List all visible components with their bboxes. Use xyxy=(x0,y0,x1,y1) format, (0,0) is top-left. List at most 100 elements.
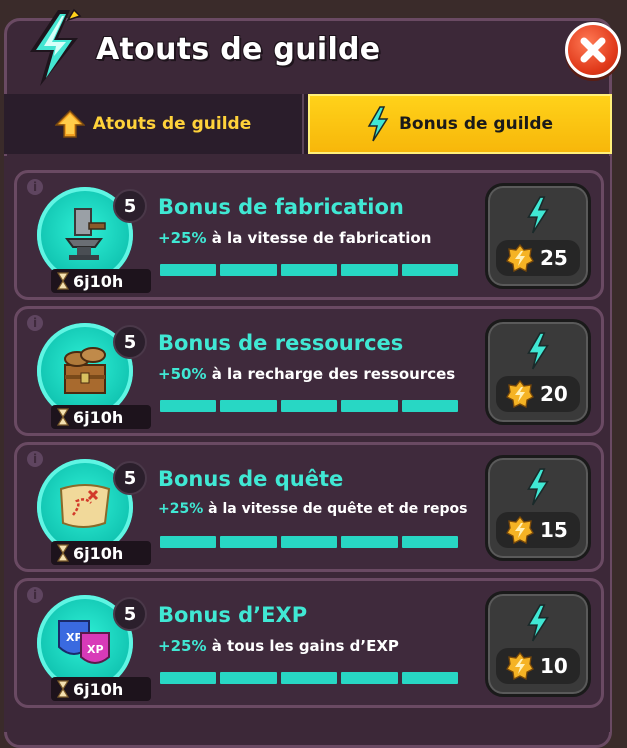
progress-segment xyxy=(220,536,277,548)
cost-value: 25 xyxy=(540,246,568,270)
progress-bar xyxy=(160,536,459,550)
level-badge: 5 xyxy=(113,461,147,495)
guild-coin-icon xyxy=(506,516,534,544)
timer-value: 6j10h xyxy=(73,543,124,563)
level-badge: 5 xyxy=(113,189,147,223)
bonus-list: i 6j10h 5 Bonus de fabrication +25% à la… xyxy=(4,156,610,732)
progress-segment xyxy=(160,400,217,412)
progress-segment xyxy=(220,672,277,684)
progress-segment xyxy=(341,264,398,276)
card-description: +50% à la recharge des ressources xyxy=(158,365,455,383)
progress-segment xyxy=(280,672,338,684)
hourglass-icon xyxy=(57,544,69,562)
progress-segment xyxy=(280,536,338,548)
tab-bar: Atouts de guilde Bonus de guilde xyxy=(4,94,612,154)
tab-bonus-label: Bonus de guilde xyxy=(398,114,554,134)
info-icon[interactable]: i xyxy=(27,587,43,603)
timer: 6j10h xyxy=(51,269,151,293)
lightning-icon xyxy=(527,468,549,506)
info-icon[interactable]: i xyxy=(27,315,43,331)
hourglass-icon xyxy=(57,408,69,426)
progress-segment xyxy=(280,264,338,276)
tab-bonus-de-guilde[interactable]: Bonus de guilde xyxy=(308,94,612,154)
cost-value: 15 xyxy=(540,518,568,542)
progress-segment xyxy=(401,536,459,548)
progress-segment xyxy=(401,672,459,684)
card-title: Bonus de ressources xyxy=(158,331,404,355)
svg-text:XP: XP xyxy=(87,643,104,656)
resource-crate-icon xyxy=(64,347,106,394)
anvil-hammer-icon xyxy=(65,208,106,260)
xp-shields-icon: XP XP xyxy=(58,620,110,664)
bonus-percent: +50% xyxy=(158,365,207,383)
lightning-title-icon xyxy=(30,8,82,86)
card-title: Bonus de quête xyxy=(158,467,344,491)
timer: 6j10h xyxy=(51,677,151,701)
cost-pill: 10 xyxy=(496,648,580,684)
progress-segment xyxy=(401,400,459,412)
close-button[interactable] xyxy=(565,22,621,78)
card-title: Bonus d’EXP xyxy=(158,603,308,627)
close-icon xyxy=(580,37,606,63)
progress-bar xyxy=(160,264,459,278)
card-description: +25% à la vitesse de fabrication xyxy=(158,229,431,247)
progress-segment xyxy=(220,264,277,276)
timer-value: 6j10h xyxy=(73,407,124,427)
progress-segment xyxy=(401,264,459,276)
cost-value: 10 xyxy=(540,654,568,678)
level-badge: 5 xyxy=(113,325,147,359)
timer: 6j10h xyxy=(51,541,151,565)
info-icon[interactable]: i xyxy=(27,451,43,467)
card-description: +25% à la vitesse de quête et de repos xyxy=(158,501,467,517)
activate-bonus-button[interactable]: 15 xyxy=(485,455,591,561)
guild-coin-icon xyxy=(506,244,534,272)
cost-pill: 25 xyxy=(496,240,580,276)
bonus-card-fabrication: i 6j10h 5 Bonus de fabrication +25% à la… xyxy=(14,170,604,300)
lightning-icon xyxy=(527,332,549,370)
activate-bonus-button[interactable]: 25 xyxy=(485,183,591,289)
info-icon[interactable]: i xyxy=(27,179,43,195)
card-description: +25% à tous les gains d’EXP xyxy=(158,637,399,655)
lightning-icon xyxy=(527,604,549,642)
tab-atouts-de-guilde[interactable]: Atouts de guilde xyxy=(4,94,304,154)
treasure-map-icon xyxy=(59,484,111,528)
bonus-text: à tous les gains d’EXP xyxy=(206,637,399,655)
bonus-text: à la recharge des ressources xyxy=(206,365,456,383)
cost-pill: 15 xyxy=(496,512,580,548)
bonus-text: à la vitesse de fabrication xyxy=(206,229,432,247)
hourglass-icon xyxy=(57,272,69,290)
activate-bonus-button[interactable]: 20 xyxy=(485,319,591,425)
progress-segment xyxy=(280,400,338,412)
hourglass-icon xyxy=(57,680,69,698)
timer-value: 6j10h xyxy=(73,679,124,699)
bonus-percent: +25% xyxy=(158,501,204,517)
progress-segment xyxy=(160,264,217,276)
bonus-card-exp: i XP XP 6j10h 5 Bonus d’EXP +25% à tous … xyxy=(14,578,604,708)
cost-value: 20 xyxy=(540,382,568,406)
level-badge: 5 xyxy=(113,597,147,631)
page-title: Atouts de guilde xyxy=(96,32,381,67)
guild-coin-icon xyxy=(506,652,534,680)
bonus-text: à la vitesse de quête et de repos xyxy=(203,501,468,517)
progress-segment xyxy=(341,536,398,548)
activate-bonus-button[interactable]: 10 xyxy=(485,591,591,697)
lightning-icon xyxy=(367,106,389,142)
progress-segment xyxy=(341,400,398,412)
lightning-icon xyxy=(527,196,549,234)
progress-bar xyxy=(160,672,459,686)
bonus-percent: +25% xyxy=(158,637,207,655)
tab-atouts-label: Atouts de guilde xyxy=(92,114,252,134)
progress-bar xyxy=(160,400,459,414)
cost-pill: 20 xyxy=(496,376,580,412)
bonus-card-ressources: i 6j10h 5 Bonus de ressources +50% à la … xyxy=(14,306,604,436)
timer: 6j10h xyxy=(51,405,151,429)
bonus-percent: +25% xyxy=(158,229,207,247)
guild-coin-icon xyxy=(506,380,534,408)
progress-segment xyxy=(220,400,277,412)
card-title: Bonus de fabrication xyxy=(158,195,404,219)
progress-segment xyxy=(160,672,217,684)
timer-value: 6j10h xyxy=(73,271,124,291)
bonus-card-quete: i 6j10h 5 Bonus de quête +25% à la vites… xyxy=(14,442,604,572)
progress-segment xyxy=(160,536,217,548)
progress-segment xyxy=(341,672,398,684)
